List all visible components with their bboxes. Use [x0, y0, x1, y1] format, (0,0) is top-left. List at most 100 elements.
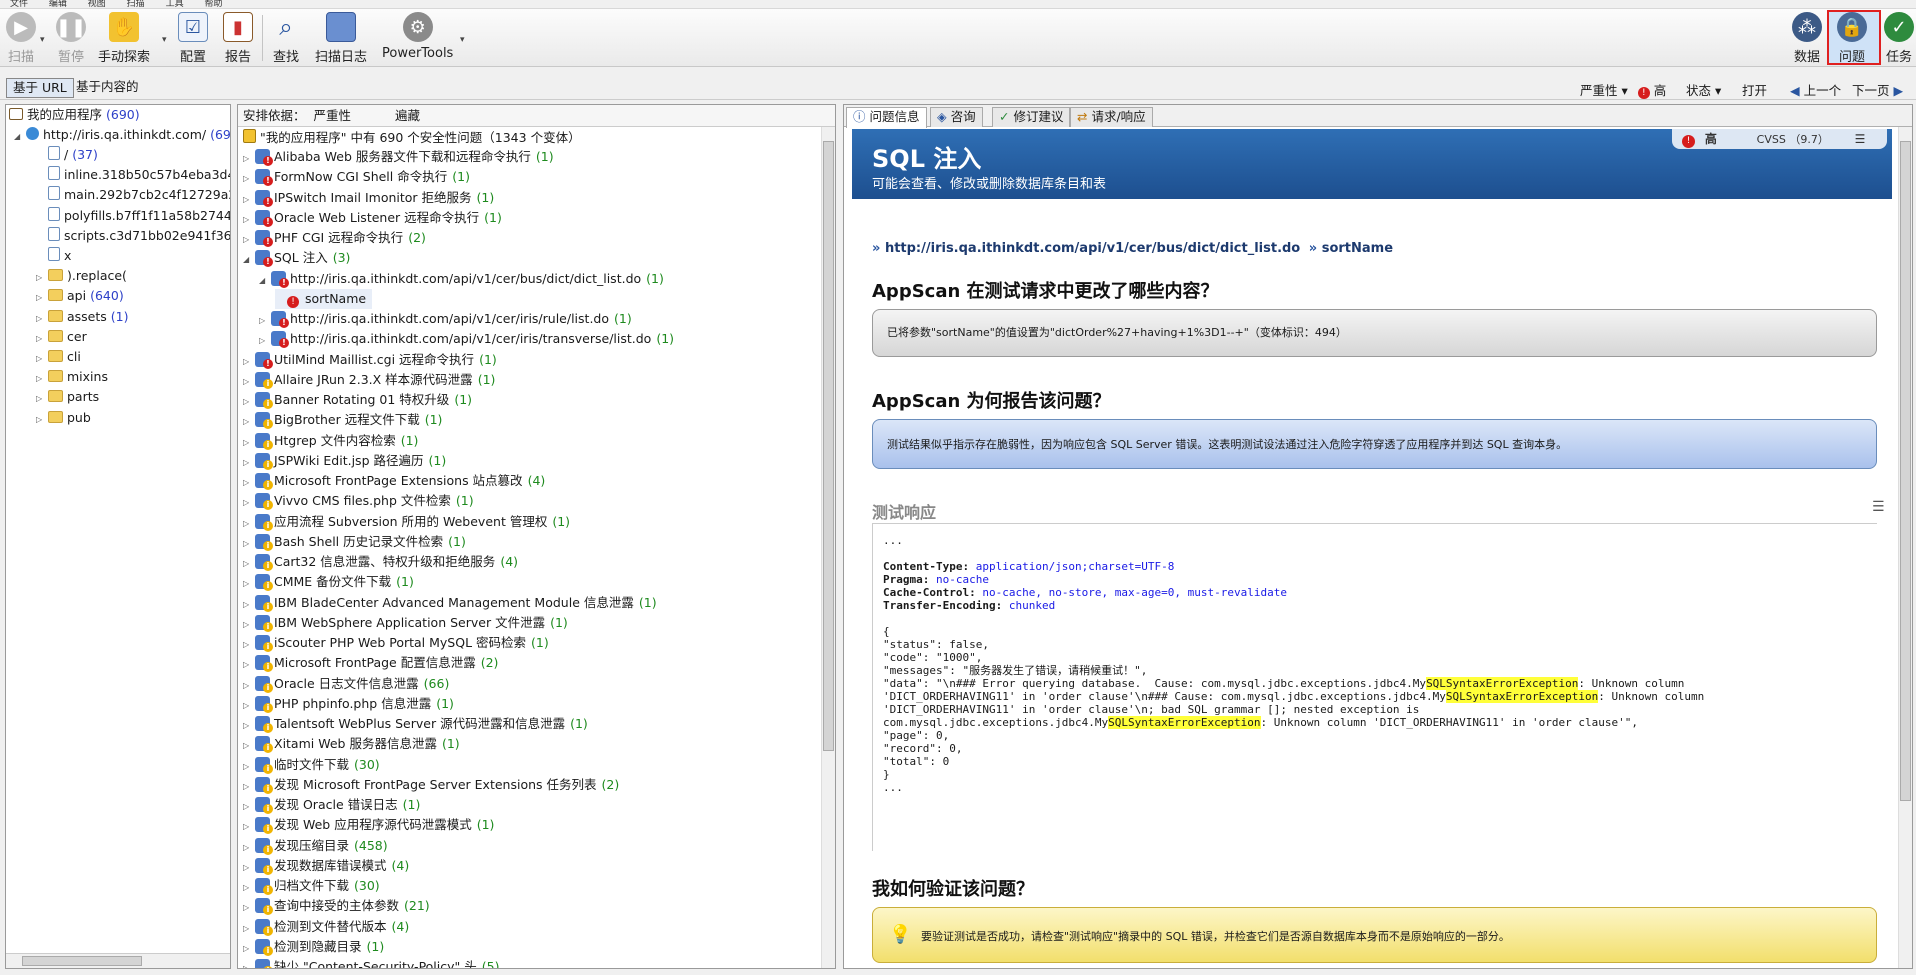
collapse-icon[interactable]: ◢	[14, 127, 23, 147]
menu-file[interactable]: 文件	[10, 0, 28, 8]
tree-node[interactable]: ▷ cer	[36, 327, 87, 347]
menu-icon[interactable]: ☰	[1855, 132, 1866, 146]
expand-icon[interactable]: ▷	[243, 595, 252, 615]
horizontal-scrollbar[interactable]	[6, 953, 230, 968]
issue-row[interactable]: ▷Allaire JRun 2.3.X 样本源代码泄露(1)	[243, 370, 495, 390]
tab-fix-recommendation[interactable]: ✓ 修订建议	[992, 107, 1071, 127]
expand-icon[interactable]: ▷	[36, 288, 45, 308]
issue-row[interactable]: ▷发现 Oracle 错误日志(1)	[243, 795, 420, 815]
tree-node[interactable]: ▷).replace(	[36, 266, 127, 286]
expand-icon[interactable]: ▷	[243, 493, 252, 513]
collapse-icon[interactable]: ◢	[259, 271, 268, 291]
expand-icon[interactable]: ▷	[243, 433, 252, 453]
expand-icon[interactable]: ▷	[36, 389, 45, 409]
scan-button[interactable]: ▶ 扫描	[6, 12, 36, 65]
expand-icon[interactable]: ▷	[243, 453, 252, 473]
expand-icon[interactable]: ▷	[243, 230, 252, 250]
menu-help[interactable]: 帮助	[204, 0, 222, 8]
issue-row[interactable]: ▷Alibaba Web 服务器文件下载和远程命令执行(1)	[243, 147, 554, 167]
issue-row[interactable]: ▷发现数据库错误模式(4)	[243, 856, 409, 876]
expand-icon[interactable]: ▷	[36, 349, 45, 369]
expand-icon[interactable]: ▷	[243, 878, 252, 898]
tree-node[interactable]: polyfills.b7ff1f11a58b27440	[36, 206, 230, 226]
issue-row[interactable]: ▷Microsoft FrontPage 配置信息泄露(2)	[243, 653, 498, 673]
expand-icon[interactable]: ▷	[243, 473, 252, 493]
menu-view[interactable]: 视图	[88, 0, 106, 8]
scan-log-button[interactable]: 扫描日志	[315, 12, 367, 65]
menu-scan[interactable]: 扫描	[127, 0, 145, 8]
expand-icon[interactable]: ▷	[243, 412, 252, 432]
find-button[interactable]: ⌕ 查找	[271, 12, 301, 65]
issue-row[interactable]: ▷JSPWiki Edit.jsp 路径遍历(1)	[243, 451, 446, 471]
issue-row[interactable]: ! sortName	[275, 288, 373, 309]
issue-row[interactable]: ▷发现压缩目录(458)	[243, 836, 388, 856]
config-button[interactable]: ☑ 配置	[178, 12, 208, 65]
issue-row[interactable]: ▷Oracle 日志文件信息泄露(66)	[243, 674, 449, 694]
issue-row[interactable]: ▷归档文件下载(30)	[243, 876, 380, 896]
expand-icon[interactable]: ▷	[243, 554, 252, 574]
issue-row[interactable]: ▷PHP phpinfo.php 信息泄露(1)	[243, 694, 454, 714]
report-button[interactable]: ▮ 报告	[223, 12, 253, 65]
expand-icon[interactable]: ▷	[243, 190, 252, 210]
expand-icon[interactable]: ▷	[243, 736, 252, 756]
powertools-dropdown-icon[interactable]: ▾	[460, 35, 465, 45]
expand-icon[interactable]: ▷	[243, 919, 252, 939]
expand-icon[interactable]: ▷	[36, 329, 45, 349]
powertools-button[interactable]: ⚙ PowerTools	[382, 12, 453, 61]
issue-row[interactable]: ▷FormNow CGI Shell 命令执行(1)	[243, 167, 470, 187]
expand-icon[interactable]: ▷	[243, 615, 252, 635]
tab-by-content[interactable]: 基于内容的	[72, 78, 143, 98]
issue-row[interactable]: ▷临时文件下载(30)	[243, 755, 380, 775]
vertical-scrollbar[interactable]	[821, 127, 835, 968]
tree-node[interactable]: main.292b7cb2c4f12729a2b	[36, 185, 230, 205]
expand-icon[interactable]: ▷	[243, 757, 252, 777]
issue-row[interactable]: ▷PHF CGI 远程命令执行(2)	[243, 228, 426, 248]
scroll-thumb[interactable]	[1900, 141, 1911, 801]
tree-node[interactable]: ▷ cli	[36, 347, 81, 367]
expand-icon[interactable]: ▷	[243, 858, 252, 878]
issue-row[interactable]: ▷Cart32 信息泄露、特权升级和拒绝服务(4)	[243, 552, 518, 572]
tab-request-response[interactable]: ⇄ 请求/响应	[1070, 107, 1153, 127]
expand-icon[interactable]: ▷	[243, 372, 252, 392]
expand-icon[interactable]: ▷	[243, 716, 252, 736]
issue-row[interactable]: ▷应用流程 Subversion 所用的 Webevent 管理权(1)	[243, 512, 570, 532]
data-view-button[interactable]: ⁂ 数据	[1792, 12, 1822, 65]
pause-button[interactable]: ❚❚ 暂停	[56, 12, 86, 65]
expand-icon[interactable]: ▷	[243, 676, 252, 696]
tree-node[interactable]: ▷ assets (1)	[36, 307, 129, 327]
expand-icon[interactable]: ▷	[243, 898, 252, 918]
expand-icon[interactable]: ▷	[259, 311, 268, 331]
tab-by-url[interactable]: 基于 URL	[6, 78, 74, 98]
tree-root[interactable]: 我的应用程序 (690)	[9, 105, 140, 125]
tree-node[interactable]: / (37)	[36, 145, 98, 165]
issue-row[interactable]: ▷IBM WebSphere Application Server 文件泄露(1…	[243, 613, 568, 633]
expand-icon[interactable]: ▷	[243, 534, 252, 554]
issue-row[interactable]: ▷查询中接受的主体参数(21)	[243, 896, 430, 916]
sort-by-severity[interactable]: 严重性	[314, 108, 352, 123]
issue-row[interactable]: ▷IPSwitch Imail Imonitor 拒绝服务(1)	[243, 188, 494, 208]
expand-icon[interactable]: ▷	[243, 352, 252, 372]
expand-icon[interactable]: ▷	[243, 797, 252, 817]
expand-icon[interactable]: ▷	[259, 331, 268, 351]
issue-row[interactable]: ◢SQL 注入(3)	[243, 248, 350, 268]
issue-row[interactable]: ▷缺少 "Content-Security-Policy" 头(5)	[243, 957, 499, 968]
tree-node[interactable]: scripts.c3d71bb02e941f365	[36, 226, 230, 246]
tree-node[interactable]: ▷ parts	[36, 387, 99, 407]
tab-issue-info[interactable]: ⓘ 问题信息	[846, 107, 927, 128]
expand-icon[interactable]: ▷	[243, 169, 252, 189]
expand-icon[interactable]: ▷	[243, 939, 252, 959]
severity-filter[interactable]: 严重性 ▾ ! 高	[1580, 80, 1666, 99]
scroll-thumb[interactable]	[22, 956, 142, 966]
issue-row[interactable]: ▷检测到文件替代版本(4)	[243, 917, 409, 937]
tree-node[interactable]: inline.318b50c57b4eba3d43	[36, 165, 230, 185]
previous-button[interactable]: ◀ 上一个	[1790, 80, 1841, 99]
response-menu-icon[interactable]: ☰	[1872, 499, 1885, 515]
issue-row[interactable]: ▷BigBrother 远程文件下载(1)	[243, 410, 442, 430]
issues-view-button[interactable]: 🔒 问题	[1837, 12, 1867, 65]
menu-tools[interactable]: 工具	[166, 0, 184, 8]
issue-row[interactable]: ▷Bash Shell 历史记录文件检索(1)	[243, 532, 466, 552]
scan-dropdown-icon[interactable]: ▾	[40, 35, 45, 45]
expand-icon[interactable]: ▷	[243, 514, 252, 534]
issue-row[interactable]: ▷Banner Rotating 01 特权升级(1)	[243, 390, 472, 410]
issue-row[interactable]: ▷http://iris.qa.ithinkdt.com/api/v1/cer/…	[259, 329, 674, 349]
